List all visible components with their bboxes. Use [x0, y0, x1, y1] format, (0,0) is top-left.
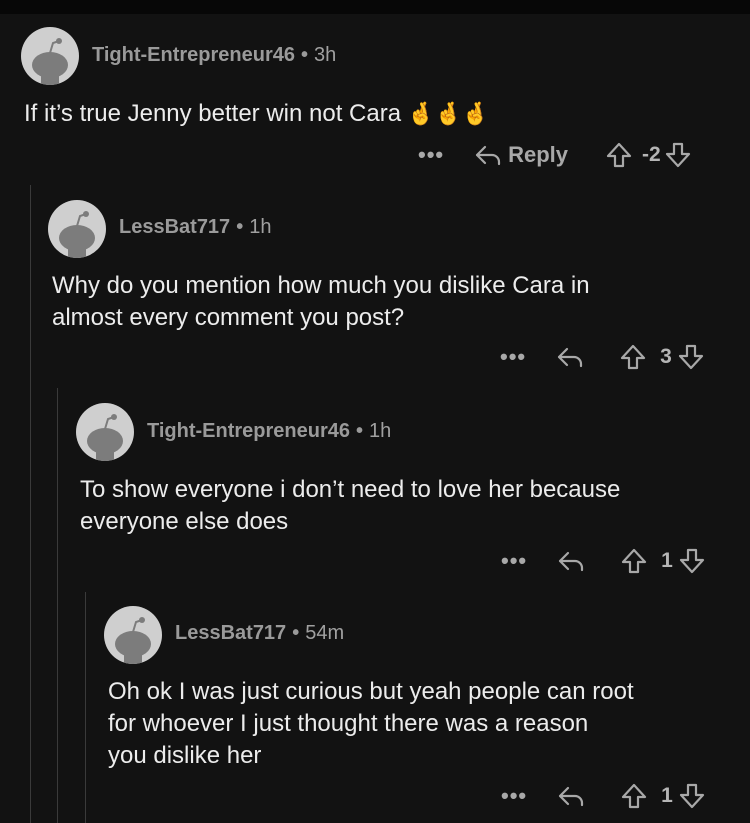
reply-arrow-icon[interactable] [557, 549, 585, 573]
reply-label: Reply [508, 142, 569, 167]
upvote-arrow-icon[interactable] [620, 343, 646, 371]
comment-actions: ••• Reply -2 [418, 140, 691, 170]
snoo-avatar-icon [87, 414, 123, 461]
more-options-button[interactable]: ••• [501, 550, 527, 572]
comment-text-line: If it’s true Jenny better win not Cara [24, 100, 402, 127]
separator-dot: • [236, 216, 244, 238]
more-options-button[interactable]: ••• [418, 144, 444, 166]
thread-line[interactable] [30, 185, 31, 823]
separator-dot: • [292, 622, 300, 644]
comment-actions: ••• 1 [501, 781, 705, 811]
comment-text-line: Why do you mention how much you dislike … [52, 272, 590, 299]
status-bar [0, 0, 750, 14]
author-name[interactable]: LessBat717 [119, 216, 230, 238]
vote-score: 3 [660, 345, 672, 368]
upvote-arrow-icon[interactable] [621, 782, 647, 810]
timestamp: 1h [249, 216, 272, 238]
reply-arrow-icon[interactable] [557, 784, 585, 808]
downvote-arrow-icon[interactable] [679, 782, 705, 810]
separator-dot: • [301, 44, 309, 66]
avatar[interactable] [48, 200, 106, 258]
downvote-arrow-icon[interactable] [679, 547, 705, 575]
downvote-arrow-icon[interactable] [678, 343, 704, 371]
comment-meta: LessBat717 • 1h [119, 216, 271, 239]
snoo-avatar-icon [32, 38, 68, 85]
upvote-arrow-icon[interactable] [606, 141, 632, 169]
reply-arrow-icon [474, 143, 502, 167]
comment-text-line: almost every comment you post? [52, 304, 405, 331]
more-options-button[interactable]: ••• [500, 346, 526, 368]
comment-body: To show everyone i don’t need to love he… [80, 474, 620, 538]
vote-score: -2 [642, 143, 661, 166]
comment-body: If it’s true Jenny better win not Cara 🤞🤞… [24, 98, 489, 130]
author-name[interactable]: Tight-Entrepreneur46 [92, 44, 295, 66]
upvote-arrow-icon[interactable] [621, 547, 647, 575]
comment-meta: LessBat717 • 54m [175, 622, 344, 645]
comment-text-line: you dislike her [108, 742, 262, 769]
snoo-avatar-icon [59, 211, 95, 258]
timestamp: 54m [305, 622, 345, 644]
reply-button[interactable]: Reply [474, 142, 568, 168]
comment-text-line: To show everyone i don’t need to love he… [80, 476, 621, 503]
comment-actions: ••• 3 [500, 342, 704, 372]
thread-line[interactable] [85, 592, 86, 823]
comment-text-line: for whoever I just thought there was a r… [108, 710, 589, 737]
thread-line[interactable] [57, 388, 58, 823]
downvote-arrow-icon[interactable] [665, 141, 691, 169]
reply-arrow-icon[interactable] [556, 345, 584, 369]
avatar[interactable] [104, 606, 162, 664]
author-name[interactable]: LessBat717 [175, 622, 286, 644]
snoo-avatar-icon [115, 617, 151, 664]
vote-score: 1 [661, 549, 673, 572]
timestamp: 1h [369, 420, 392, 442]
vote-score: 1 [661, 784, 673, 807]
crossed-fingers-emoji: 🤞🤞🤞 [407, 101, 490, 126]
comment-body: Why do you mention how much you dislike … [52, 270, 590, 334]
comment-meta: Tight-Entrepreneur46 • 1h [147, 420, 391, 443]
separator-dot: • [356, 420, 364, 442]
author-name[interactable]: Tight-Entrepreneur46 [147, 420, 350, 442]
avatar[interactable] [76, 403, 134, 461]
timestamp: 3h [314, 44, 337, 66]
more-options-button[interactable]: ••• [501, 785, 527, 807]
avatar[interactable] [21, 27, 79, 85]
comment-text-line: everyone else does [80, 508, 289, 535]
comment-text-line: Oh ok I was just curious but yeah people… [108, 678, 634, 705]
comment-actions: ••• 1 [501, 546, 705, 576]
comment-meta: Tight-Entrepreneur46 • 3h [92, 44, 336, 67]
comment-body: Oh ok I was just curious but yeah people… [108, 676, 634, 772]
